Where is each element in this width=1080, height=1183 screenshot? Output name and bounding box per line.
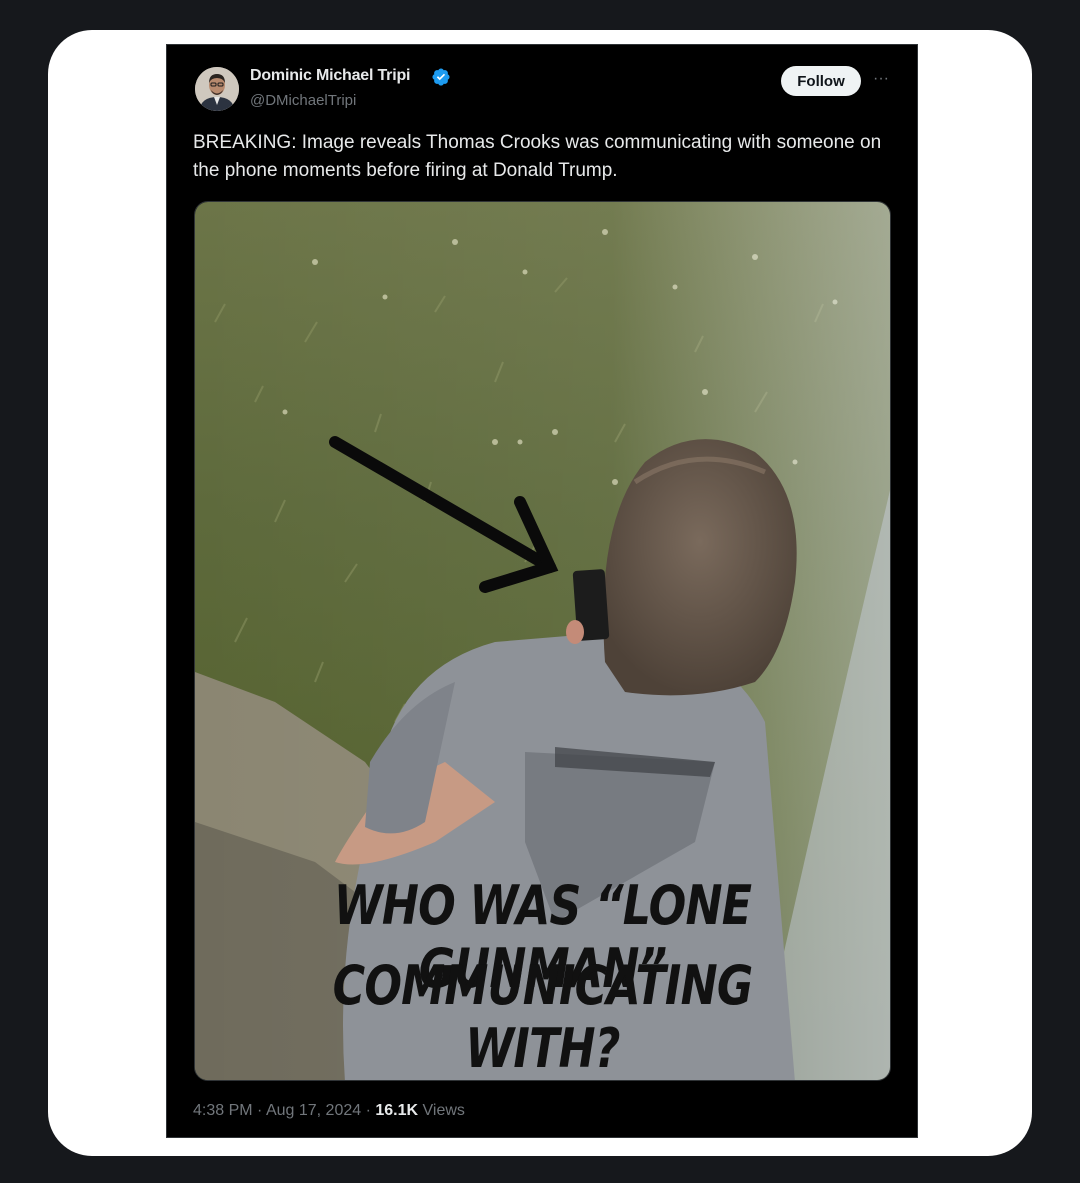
image-caption-line2: COMMUNICATING WITH? (332, 954, 754, 1080)
views-label: Views (422, 1102, 465, 1119)
meta-separator: · (257, 1102, 263, 1119)
avatar[interactable] (195, 67, 239, 111)
follow-button[interactable]: Follow (781, 66, 861, 96)
more-options-icon[interactable]: ··· (869, 69, 893, 91)
author-handle[interactable]: @DMichaelTripi (250, 92, 356, 109)
views-count: 16.1K (375, 1102, 419, 1119)
meta-separator: · (365, 1102, 371, 1119)
tweet-date[interactable]: Aug 17, 2024 (266, 1102, 361, 1119)
author-name[interactable]: Dominic Michael Tripi (250, 67, 410, 85)
tweet-text: BREAKING: Image reveals Thomas Crooks wa… (193, 132, 882, 181)
tweet-time[interactable]: 4:38 PM (193, 1102, 253, 1119)
tweet-card: Dominic Michael Tripi @DMichaelTripi Fol… (166, 44, 918, 1138)
tweet-image[interactable]: WHO WAS “LONE GUNMAN” COMMUNICATING WITH… (194, 201, 891, 1081)
tweet-metadata: 4:38 PM · Aug 17, 2024 · 16.1K Views (193, 1102, 465, 1120)
verified-badge-icon (432, 68, 450, 86)
